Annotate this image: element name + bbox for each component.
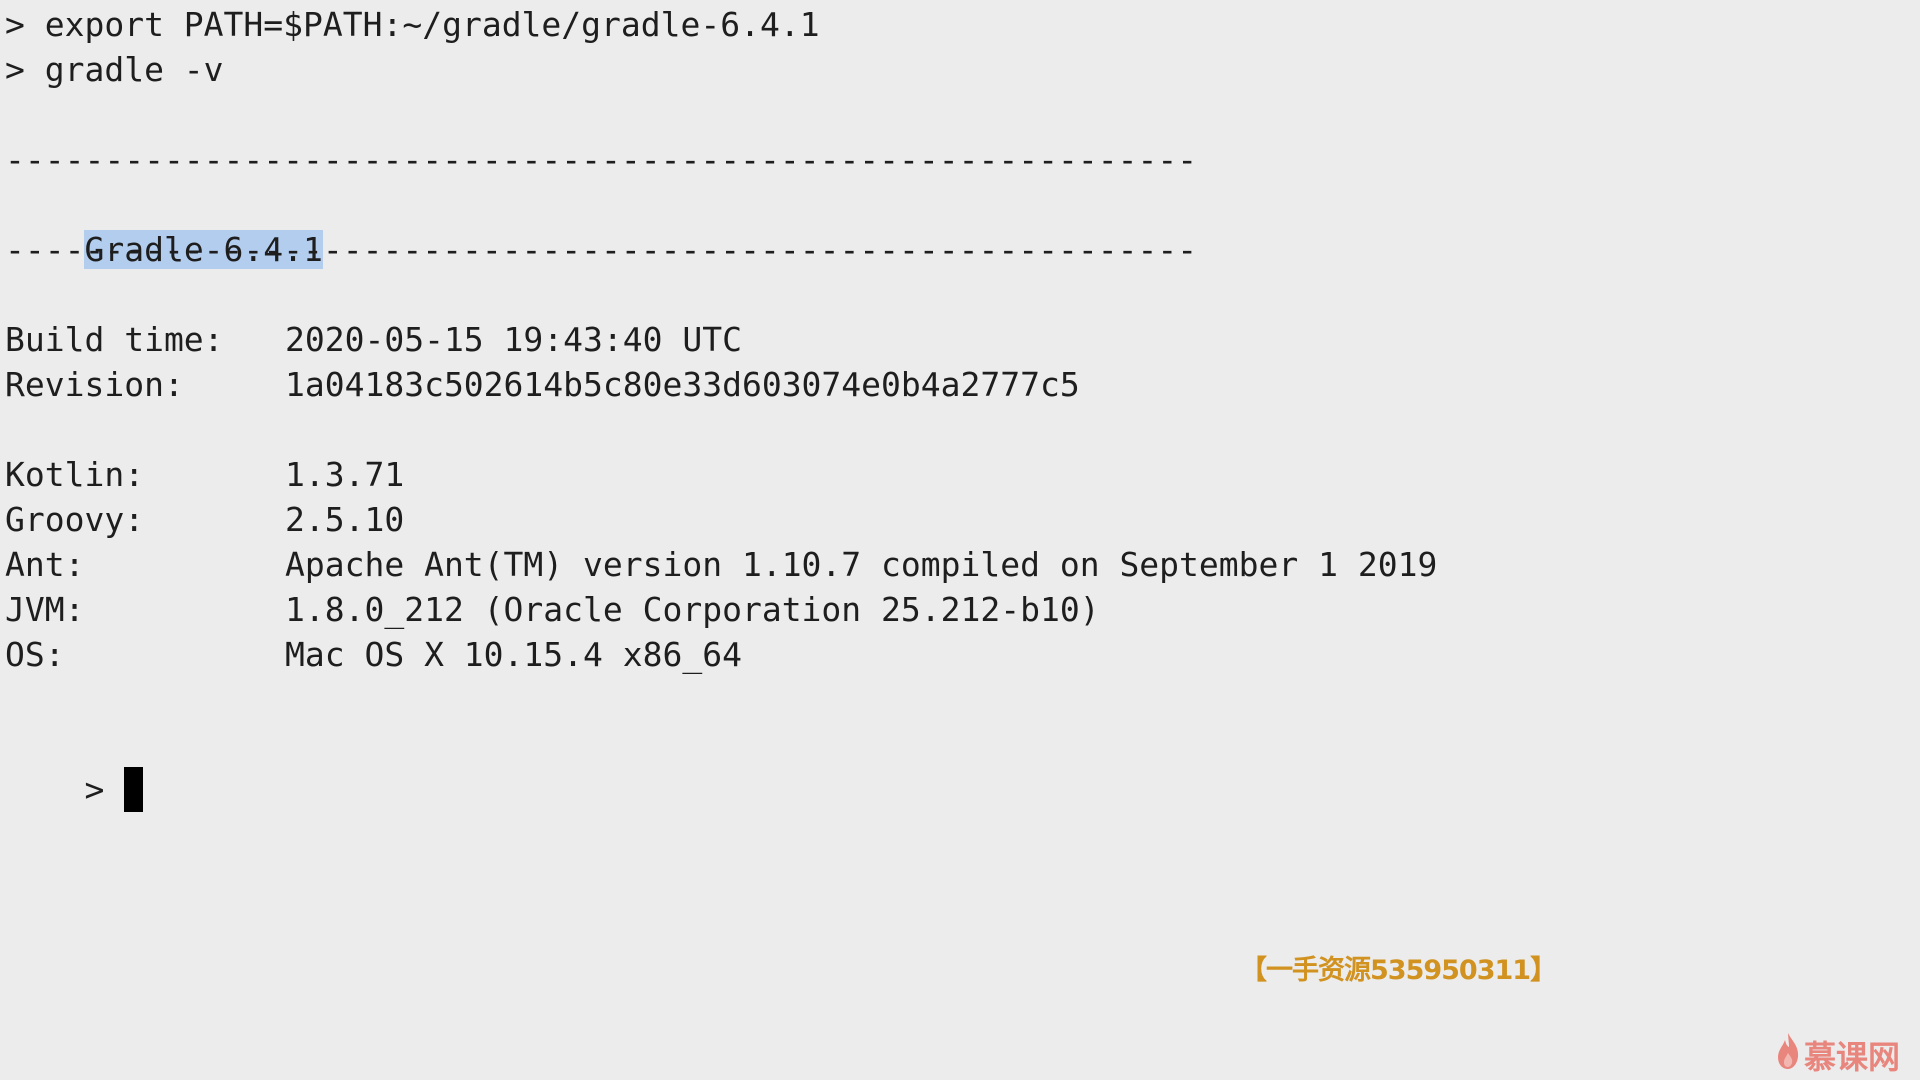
command-line-export: > export PATH=$PATH:~/gradle/gradle-6.4.…: [5, 5, 820, 44]
brand-logo-text: 慕课网: [1804, 1038, 1901, 1076]
info-row-os: OS: Mac OS X 10.15.4 x86_64: [5, 632, 742, 677]
prompt-line[interactable]: >: [5, 722, 144, 812]
info-row-jvm: JVM: 1.8.0_212 (Oracle Corporation 25.21…: [5, 587, 1100, 632]
info-value: 1.8.0_212 (Oracle Corporation 25.212-b10…: [285, 590, 1100, 629]
info-value: 2020-05-15 19:43:40 UTC: [285, 320, 742, 359]
info-row-ant: Ant: Apache Ant(TM) version 1.10.7 compi…: [5, 542, 1437, 587]
info-value: 1.3.71: [285, 455, 405, 494]
prompt-symbol: >: [84, 770, 105, 809]
version-line: Gradle 6.4.1: [5, 182, 323, 269]
watermark-text: 【一手资源535950311】: [1240, 955, 1557, 986]
info-row-build-time: Build time: 2020-05-15 19:43:40 UTC: [5, 317, 742, 362]
info-label: Build time:: [5, 320, 224, 359]
info-label: OS:: [5, 635, 65, 674]
info-label: Groovy:: [5, 500, 145, 539]
info-row-revision: Revision: 1a04183c502614b5c80e33d603074e…: [5, 362, 1080, 407]
info-label: Revision:: [5, 365, 184, 404]
info-value: Mac OS X 10.15.4 x86_64: [285, 635, 742, 674]
info-label: JVM:: [5, 590, 85, 629]
text-cursor: [124, 767, 144, 812]
info-row-kotlin: Kotlin: 1.3.71: [5, 452, 404, 497]
info-row-groovy: Groovy: 2.5.10: [5, 497, 404, 542]
command-line-gradle-version: > gradle -v: [5, 50, 224, 89]
brand-logo: 慕课网: [1776, 1033, 1900, 1077]
info-value: 1a04183c502614b5c80e33d603074e0b4a2777c5: [285, 365, 1080, 404]
terminal-window[interactable]: > export PATH=$PATH:~/gradle/gradle-6.4.…: [0, 0, 1920, 1080]
flame-icon: [1776, 1031, 1800, 1079]
info-value: 2.5.10: [285, 500, 405, 539]
info-value: Apache Ant(TM) version 1.10.7 compiled o…: [285, 545, 1438, 584]
info-label: Ant:: [5, 545, 85, 584]
separator-line: ----------------------------------------…: [5, 140, 1198, 179]
info-label: Kotlin:: [5, 455, 145, 494]
separator-line: ----------------------------------------…: [5, 230, 1198, 269]
